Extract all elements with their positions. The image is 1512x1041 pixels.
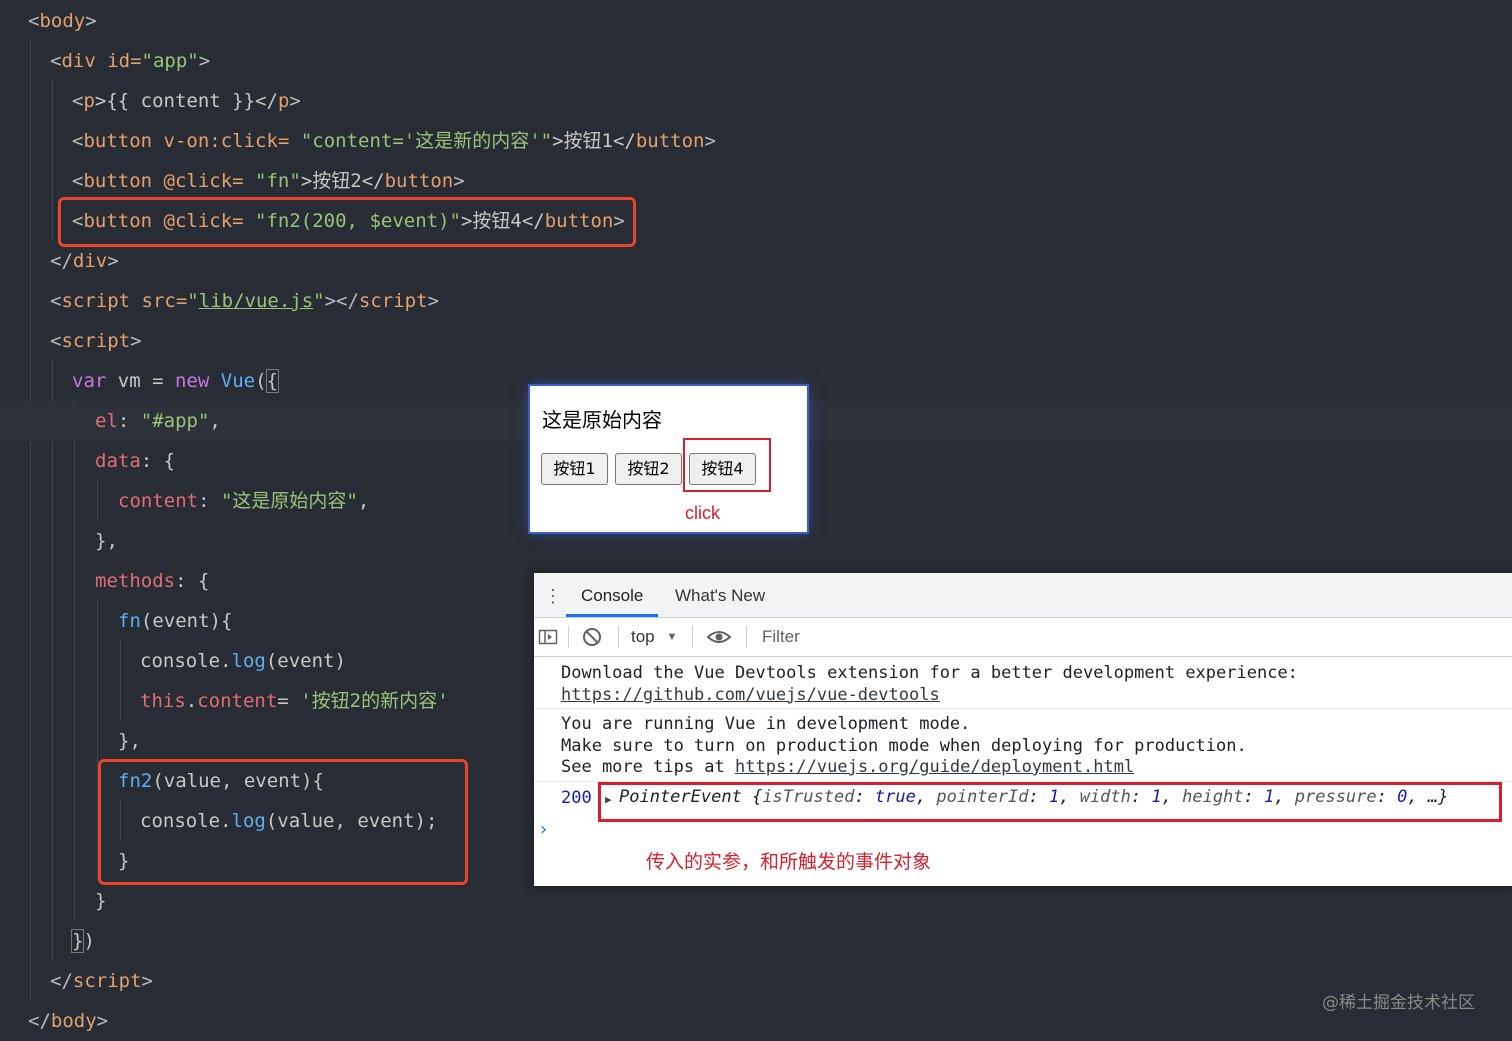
- code-line: <script>: [50, 330, 142, 352]
- more-menu-icon[interactable]: ⋮: [544, 585, 562, 607]
- click-annotation: click: [685, 503, 720, 523]
- highlight-box-fn2: [98, 759, 468, 885]
- button-2[interactable]: 按钮2: [615, 453, 682, 485]
- code-line: }: [95, 890, 107, 912]
- message-divider: [534, 708, 1512, 709]
- log-value-number: 200: [561, 788, 592, 808]
- vue-deployment-link[interactable]: https://vuejs.org/guide/deployment.html: [735, 757, 1134, 777]
- watermark: @稀土掘金技术社区: [1322, 993, 1475, 1013]
- button-4-highlight: [683, 438, 771, 492]
- code-line: <button v-on:click= "content='这是新的内容'">按…: [72, 130, 716, 152]
- pointer-event-highlight: [598, 782, 1502, 822]
- toolbar-divider: [618, 626, 619, 648]
- code-line: <button @click= "fn">按钮2</button>: [72, 170, 465, 192]
- script-src-link[interactable]: lib/vue.js: [199, 290, 313, 312]
- code-line: }): [70, 929, 95, 953]
- toolbar-divider: [692, 626, 693, 648]
- console-prompt-icon[interactable]: ›: [538, 819, 549, 840]
- context-selector[interactable]: top: [631, 627, 655, 647]
- toolbar-divider: [568, 626, 569, 648]
- toolbar-divider: [746, 626, 747, 648]
- console-message: Download the Vue Devtools extension for …: [561, 663, 1298, 705]
- content-paragraph: 这是原始内容: [542, 408, 662, 432]
- console-toolbar: top ▼ Filter: [534, 618, 1512, 657]
- clear-console-icon[interactable]: [582, 627, 602, 647]
- code-line: </script>: [50, 970, 153, 992]
- code-line: </div>: [50, 250, 119, 272]
- dropdown-arrow-icon[interactable]: ▼: [662, 627, 682, 647]
- console-messages: Download the Vue Devtools extension for …: [534, 657, 1512, 886]
- console-message: You are running Vue in development mode.…: [561, 714, 1247, 777]
- code-line: <body>: [28, 10, 97, 32]
- code-line: <script src="lib/vue.js"></script>: [50, 290, 440, 312]
- args-annotation: 传入的实参，和所触发的事件对象: [646, 851, 932, 873]
- browser-preview: 这是原始内容 按钮1 按钮2 按钮4 click: [530, 386, 807, 532]
- code-line: </body>: [28, 1010, 109, 1032]
- code-line: <p>{{ content }}</p>: [72, 90, 301, 112]
- filter-input[interactable]: Filter: [762, 627, 800, 647]
- code-line: <div id="app">: [50, 50, 211, 72]
- vue-devtools-link[interactable]: https://github.com/vuejs/vue-devtools: [561, 685, 940, 705]
- sidebar-toggle-icon[interactable]: [538, 627, 558, 647]
- tab-whats-new[interactable]: What's New: [675, 573, 765, 617]
- tab-console[interactable]: Console: [566, 573, 659, 617]
- devtools-tab-bar: ⋮ Console What's New: [534, 573, 1512, 618]
- devtools-console-panel: ⋮ Console What's New top ▼ Filter Downlo…: [534, 573, 1512, 886]
- highlight-box-button4: [58, 197, 636, 247]
- live-expression-eye-icon[interactable]: [706, 627, 732, 647]
- button-1[interactable]: 按钮1: [541, 453, 608, 485]
